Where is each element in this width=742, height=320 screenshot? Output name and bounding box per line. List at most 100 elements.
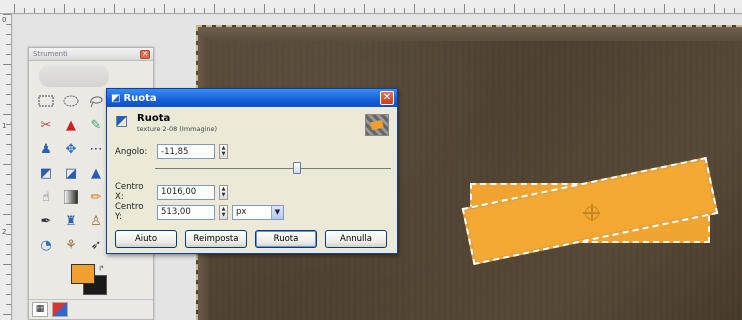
ruler-tick xyxy=(194,8,195,13)
dialog-title: Ruota xyxy=(123,92,157,104)
color-swatches[interactable]: ↱ xyxy=(71,264,113,298)
ruler-tick xyxy=(6,274,11,275)
ruler-tick xyxy=(144,8,145,13)
ruler-tick xyxy=(694,8,695,13)
ruler-tick xyxy=(674,8,675,13)
tool-options-tab[interactable]: ▦ xyxy=(32,302,48,317)
rotate-button[interactable]: Ruota xyxy=(255,230,317,248)
ellipse-select-icon[interactable] xyxy=(60,90,82,112)
ruler-tick xyxy=(644,8,645,13)
center-x-row: Centro X: ▲▼ xyxy=(115,182,228,202)
ruler-tick xyxy=(174,8,175,13)
bucket-fill-icon[interactable]: ♜ xyxy=(60,210,82,232)
angle-input[interactable] xyxy=(157,144,215,159)
ruler-tick xyxy=(654,8,655,13)
ruler-tick xyxy=(3,164,11,165)
foreground-color[interactable] xyxy=(71,264,95,284)
ruler-tick xyxy=(114,4,115,13)
rotate-small-icon: ◩ xyxy=(111,92,121,104)
scissors-icon[interactable]: ✂ xyxy=(35,114,57,136)
ruler-tick xyxy=(374,8,375,13)
swap-colors-icon[interactable]: ↱ xyxy=(98,264,105,273)
angle-label: Angolo: xyxy=(115,146,148,157)
center-y-row: Centro Y: ▲▼ px ▼ xyxy=(115,202,284,222)
ruler-tick xyxy=(404,8,405,13)
pencil-icon[interactable]: ✏ xyxy=(85,186,107,208)
heal-icon[interactable]: ⚘ xyxy=(60,234,82,256)
airbrush-icon[interactable]: ➶ xyxy=(85,234,107,256)
rotation-center-handle[interactable] xyxy=(583,204,600,221)
ruler-tick xyxy=(6,144,11,145)
left-ruler[interactable]: 0 1 2 xyxy=(0,14,12,320)
ruler-tick xyxy=(514,4,515,13)
layers-tab[interactable] xyxy=(52,302,68,317)
ruler-tick xyxy=(664,4,665,13)
close-icon[interactable]: ✕ xyxy=(380,91,394,105)
ruler-tick xyxy=(3,264,11,265)
help-button[interactable]: Aiuto xyxy=(115,230,177,248)
ruler-tick xyxy=(634,8,635,13)
ruler-tick xyxy=(6,44,11,45)
ruler-tick xyxy=(244,8,245,13)
ruler-tick xyxy=(24,8,25,13)
ruler-tick xyxy=(274,8,275,13)
scale-icon[interactable]: ◪ xyxy=(60,162,82,184)
clone-icon[interactable]: ♙ xyxy=(85,210,107,232)
ruler-tick xyxy=(6,34,11,35)
dodge-icon[interactable]: ◔ xyxy=(35,234,57,256)
ruler-tick xyxy=(164,4,165,13)
close-icon[interactable]: ✕ xyxy=(140,50,150,59)
paths-icon[interactable]: ✎ xyxy=(85,114,107,136)
dialog-buttons: Aiuto Reimposta Ruota Annulla xyxy=(115,230,387,248)
ruler-tick xyxy=(34,8,35,13)
lasso-icon[interactable] xyxy=(85,90,107,112)
ruler-tick xyxy=(524,8,525,13)
crop-icon[interactable]: ⋯ xyxy=(85,138,107,160)
center-y-spinner[interactable]: ▲ ▼ xyxy=(219,204,228,220)
ruler-tick xyxy=(564,4,565,13)
center-x-spinner[interactable]: ▲ ▼ xyxy=(219,184,228,200)
align-icon[interactable]: ♟ xyxy=(35,138,57,160)
ruler-tick xyxy=(3,314,11,315)
rotate-tool-icon[interactable]: ◩ xyxy=(35,162,57,184)
rect-select-icon[interactable] xyxy=(35,90,57,112)
ruler-tick xyxy=(614,4,615,13)
angle-slider-handle[interactable] xyxy=(292,162,301,174)
toolbox-titlebar[interactable]: Strumenti ✕ xyxy=(29,48,153,61)
perspective-icon[interactable]: ▲ xyxy=(85,162,107,184)
clone-stamp-icon[interactable]: ▲ xyxy=(60,114,82,136)
ruler-tick xyxy=(214,4,215,13)
tool-grid: ✂ ▲ ✎ ♟ ✥ ⋯ ◩ ◪ ▲ ☝ ✏ ✒ ♜ ♙ ◔ ⚘ ➶ xyxy=(35,90,110,257)
ruler-tick xyxy=(3,214,11,215)
reset-button[interactable]: Reimposta xyxy=(185,230,247,248)
ruler-tick xyxy=(544,8,545,13)
ruler-tick xyxy=(344,8,345,13)
ruler-tick xyxy=(624,8,625,13)
cancel-button[interactable]: Annulla xyxy=(325,230,387,248)
angle-slider-track[interactable] xyxy=(155,168,391,169)
ruler-tick xyxy=(6,174,11,175)
smudge-icon[interactable]: ☝ xyxy=(35,186,57,208)
top-ruler[interactable] xyxy=(0,0,742,14)
move-icon[interactable]: ✥ xyxy=(60,138,82,160)
ruler-tick xyxy=(254,8,255,13)
ruler-tick xyxy=(734,8,735,13)
unit-select[interactable]: px ▼ xyxy=(232,204,284,220)
ink-icon[interactable]: ✒ xyxy=(35,210,57,232)
ruler-tick xyxy=(584,8,585,13)
ruler-tick xyxy=(554,8,555,13)
ruler-label: 0 xyxy=(2,16,7,24)
chevron-down-icon[interactable]: ▼ xyxy=(271,205,283,219)
ruler-tick xyxy=(334,8,335,13)
toolbox-tabs: ▦ xyxy=(29,299,153,319)
ruler-tick xyxy=(6,124,11,125)
dialog-titlebar[interactable]: ◩ Ruota ✕ xyxy=(107,89,397,107)
ruler-tick xyxy=(6,84,11,85)
ruler-tick xyxy=(434,8,435,13)
center-x-input[interactable] xyxy=(157,184,215,200)
blend-icon[interactable] xyxy=(60,186,82,208)
center-y-input[interactable] xyxy=(157,204,215,220)
ruler-tick xyxy=(44,8,45,13)
angle-spinner[interactable]: ▲ ▼ xyxy=(219,144,228,159)
center-x-label: Centro X: xyxy=(115,182,144,202)
